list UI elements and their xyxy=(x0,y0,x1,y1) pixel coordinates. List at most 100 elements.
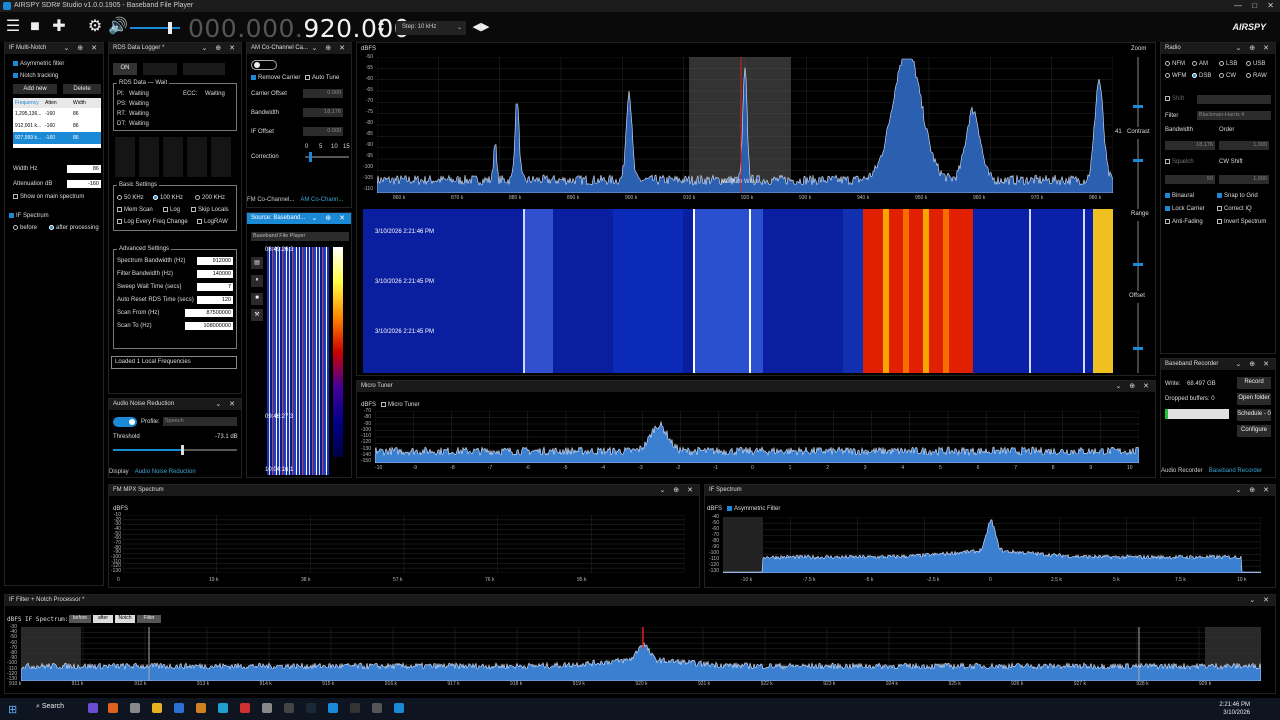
micro-tuner-check[interactable]: Micro Tuner xyxy=(381,402,420,408)
main-waterfall[interactable] xyxy=(363,209,1113,373)
ifspec-asym-check[interactable]: Asymmetric Filter xyxy=(727,506,780,512)
source-select[interactable]: Baseband File Player xyxy=(251,232,349,241)
record-button[interactable]: Record xyxy=(1237,377,1271,389)
after-button[interactable]: after xyxy=(93,615,113,623)
invert-spectrum-check[interactable]: Invert Spectrum xyxy=(1217,219,1266,225)
radio-bandwidth-input[interactable]: 18,176 xyxy=(1165,141,1215,150)
filter-button[interactable]: Filter xyxy=(137,615,161,623)
squelch-check[interactable]: Squelch xyxy=(1165,159,1194,165)
play-icon[interactable]: ▤ xyxy=(251,257,263,269)
micro-tuner-plot[interactable] xyxy=(375,411,1139,463)
maximize-button[interactable]: □ xyxy=(1252,1,1257,10)
mode-am-radio[interactable]: AM xyxy=(1192,61,1208,67)
r200-radio[interactable]: 200 KHz xyxy=(195,195,225,201)
remove-carrier-check[interactable]: Remove Carrier xyxy=(251,75,300,81)
zoom-slider[interactable] xyxy=(1133,57,1143,127)
app-icon[interactable] xyxy=(88,703,98,713)
steam-icon[interactable] xyxy=(306,703,316,713)
carrier-offset-input[interactable]: 0.000 xyxy=(303,89,343,98)
pause-icon[interactable]: ⏸ xyxy=(251,275,263,287)
mode-usb-radio[interactable]: USB xyxy=(1246,61,1265,67)
add-notch-button[interactable]: Add new xyxy=(13,84,57,94)
cw-shift-input[interactable]: 1,000 xyxy=(1219,175,1269,184)
filter-bw-input[interactable]: 140000 xyxy=(197,270,233,278)
shift-check[interactable]: Shift xyxy=(1165,96,1184,102)
tab-am-cochannel[interactable]: AM Co-Chann... xyxy=(300,197,343,203)
tools-icon[interactable]: ⚒ xyxy=(251,309,263,321)
configure-button[interactable]: Configure xyxy=(1237,425,1271,437)
if-notch-plot[interactable] xyxy=(21,627,1261,681)
range-slider[interactable] xyxy=(1133,221,1143,291)
order-input[interactable]: 1,000 xyxy=(1219,141,1269,150)
tab-noise-reduction[interactable]: Audio Noise Reduction xyxy=(135,469,196,475)
if-offset-input[interactable]: 0.000 xyxy=(303,127,343,136)
noise-toggle[interactable] xyxy=(113,417,137,427)
gear-icon[interactable]: ⚙ xyxy=(86,18,104,36)
binaural-check[interactable]: Binaural xyxy=(1165,193,1194,199)
spectrum-bw-input[interactable]: 912000 xyxy=(197,257,233,265)
taskbar-clock[interactable]: 2:21:46 PM 3/10/2026 xyxy=(1219,701,1250,717)
lock-carrier-check[interactable]: Lock Carrier xyxy=(1165,206,1205,212)
app-icon[interactable] xyxy=(284,703,294,713)
main-spectrum-plot[interactable] xyxy=(377,57,1113,193)
folder-icon[interactable] xyxy=(152,703,162,713)
app-icon[interactable] xyxy=(196,703,206,713)
filter-select[interactable]: Blackman-Harris 4 xyxy=(1197,111,1271,120)
before-radio[interactable]: before xyxy=(13,225,37,231)
tab-baseband-recorder[interactable]: Baseband Recorder xyxy=(1209,468,1262,474)
table-row[interactable]: 927,999 k... -160 86 xyxy=(13,132,101,144)
mem-scan-check[interactable]: Mem Scan xyxy=(117,207,153,213)
after-processing-radio[interactable]: after processing xyxy=(49,225,99,231)
app-icon[interactable] xyxy=(130,703,140,713)
auto-reset-input[interactable]: 120 xyxy=(197,296,233,304)
schedule-button[interactable]: Schedule - 0 xyxy=(1237,409,1271,421)
app-icon[interactable] xyxy=(218,703,228,713)
col-frequency[interactable]: Frequency xyxy=(13,98,45,108)
log-check[interactable]: Log xyxy=(163,207,180,213)
notch-button[interactable]: Notch xyxy=(115,615,135,623)
firefox-icon[interactable] xyxy=(108,703,118,713)
menu-icon[interactable]: ☰ xyxy=(4,18,22,36)
amcc-bandwidth-input[interactable]: 18,176 xyxy=(303,108,343,117)
app-icon[interactable] xyxy=(328,703,338,713)
volume-slider[interactable] xyxy=(130,22,180,34)
windows-start-icon[interactable]: ⊞ xyxy=(8,703,17,716)
profile-select[interactable]: Speech xyxy=(163,417,237,426)
stop-icon[interactable]: ■ xyxy=(26,18,44,36)
mode-cw-radio[interactable]: CW xyxy=(1219,73,1236,79)
before-button[interactable]: before xyxy=(69,615,91,623)
table-row[interactable]: 1,295,136... -160 86 xyxy=(13,108,101,120)
correction-slider[interactable] xyxy=(305,152,349,162)
snap-grid-check[interactable]: Snap to Grid xyxy=(1217,193,1258,199)
mode-lsb-radio[interactable]: LSB xyxy=(1219,61,1237,67)
auto-tune-check[interactable]: Auto Tune xyxy=(305,75,339,81)
show-main-spectrum-check[interactable]: Show on main spectrum xyxy=(13,194,84,200)
mode-wfm-radio[interactable]: WFM xyxy=(1165,73,1186,79)
col-width[interactable]: Width xyxy=(73,98,101,108)
app-icon[interactable] xyxy=(174,703,184,713)
mode-nfm-radio[interactable]: NFM xyxy=(1165,61,1185,67)
speaker-icon[interactable]: 🔊 xyxy=(108,18,128,36)
lograw-check[interactable]: LogRAW xyxy=(197,219,228,225)
mode-raw-radio[interactable]: RAW xyxy=(1246,73,1267,79)
app-icon[interactable] xyxy=(350,703,360,713)
app-icon[interactable] xyxy=(372,703,382,713)
amcc-toggle[interactable] xyxy=(251,60,277,70)
sweep-wait-input[interactable]: 7 xyxy=(197,283,233,291)
correct-iq-check[interactable]: Correct IQ xyxy=(1217,206,1252,212)
anti-fading-check[interactable]: Anti-Fading xyxy=(1165,219,1203,225)
threshold-slider[interactable] xyxy=(113,445,237,455)
log-every-check[interactable]: Log Every Freq Change xyxy=(117,219,188,225)
mpx-spectrum-plot[interactable] xyxy=(123,515,685,573)
open-folder-button[interactable]: Open folder xyxy=(1237,393,1271,405)
notch-tracking-check[interactable]: Notch tracking xyxy=(13,73,58,79)
r50-radio[interactable]: 50 KHz xyxy=(117,195,144,201)
if-spectrum-plot[interactable] xyxy=(723,517,1261,573)
attenuation-input[interactable]: -160 xyxy=(67,180,101,188)
tab-display[interactable]: Display xyxy=(109,469,129,475)
col-atten[interactable]: Atten xyxy=(45,98,73,108)
mode-dsb-radio[interactable]: DSB xyxy=(1192,73,1211,79)
squelch-input[interactable]: 50 xyxy=(1165,175,1215,184)
stop-icon[interactable]: ■ xyxy=(251,293,263,305)
app-icon[interactable] xyxy=(262,703,272,713)
